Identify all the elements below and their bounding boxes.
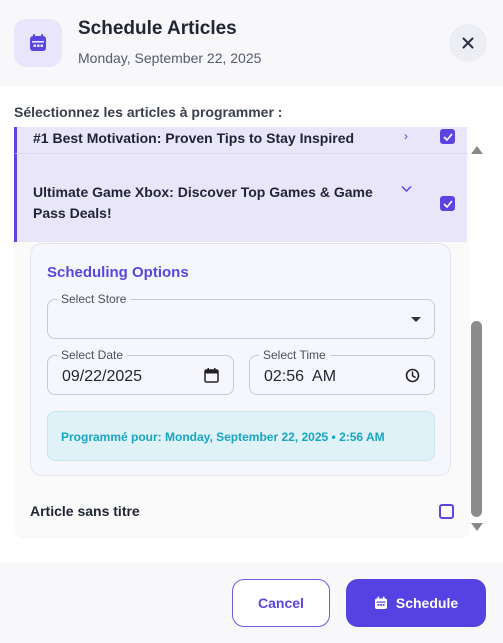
- date-field-value: 09/22/2025: [62, 368, 143, 385]
- dialog-footer: Cancel Schedule: [0, 563, 503, 643]
- chevron-right-icon[interactable]: ›: [404, 129, 408, 143]
- scheduling-options-title: Scheduling Options: [47, 264, 189, 281]
- article-title: Article sans titre: [30, 503, 140, 519]
- article-checkbox[interactable]: [440, 129, 455, 144]
- schedule-button-label: Schedule: [395, 595, 459, 611]
- article-item[interactable]: Ultimate Game Xbox: Discover Top Games &…: [14, 153, 467, 242]
- time-field-label: Select Time: [259, 349, 330, 362]
- store-select-label: Select Store: [57, 293, 131, 306]
- clock-icon[interactable]: [405, 368, 420, 388]
- list-scrollbar[interactable]: [470, 140, 484, 540]
- close-button[interactable]: [449, 24, 487, 62]
- checkmark-icon: [442, 199, 453, 208]
- close-icon: [462, 37, 474, 49]
- scroll-down-arrow-icon[interactable]: [471, 523, 483, 531]
- article-checkbox[interactable]: [440, 196, 455, 211]
- article-item[interactable]: #1 Best Motivation: Proven Tips to Stay …: [14, 127, 467, 153]
- scheduled-for-text: Programmé pour: Monday, September 22, 20…: [61, 430, 385, 444]
- store-select[interactable]: Select Store: [47, 293, 435, 339]
- scheduling-options-panel: Scheduling Options Select Store Select D…: [30, 243, 451, 476]
- dropdown-arrow-icon[interactable]: [411, 317, 421, 322]
- scheduled-for-note: Programmé pour: Monday, September 22, 20…: [47, 411, 435, 461]
- cancel-button[interactable]: Cancel: [232, 579, 330, 627]
- article-checkbox[interactable]: [439, 504, 454, 519]
- time-field[interactable]: Select Time 02:56 AM: [249, 349, 435, 395]
- calendar-icon: [374, 596, 387, 609]
- article-title: Ultimate Game Xbox: Discover Top Games &…: [33, 184, 373, 221]
- date-field-label: Select Date: [57, 349, 128, 362]
- calendar-icon: [14, 19, 62, 67]
- time-field-value: 02:56 AM: [264, 368, 337, 385]
- dialog-title: Schedule Articles: [78, 18, 237, 39]
- header-date: Monday, September 22, 2025: [78, 50, 262, 66]
- schedule-button[interactable]: Schedule: [346, 579, 486, 627]
- scrollbar-thumb[interactable]: [471, 321, 482, 517]
- article-list[interactable]: #1 Best Motivation: Proven Tips to Stay …: [14, 127, 470, 539]
- article-title: #1 Best Motivation: Proven Tips to Stay …: [33, 130, 355, 146]
- calendar-picker-icon[interactable]: [204, 368, 219, 388]
- chevron-down-icon[interactable]: [401, 182, 412, 196]
- date-field[interactable]: Select Date 09/22/2025: [47, 349, 234, 395]
- dialog-header: Schedule Articles Monday, September 22, …: [0, 0, 503, 86]
- checkmark-icon: [442, 132, 453, 141]
- select-articles-label: Sélectionnez les articles à programmer :: [14, 104, 283, 120]
- scroll-up-arrow-icon[interactable]: [471, 146, 483, 154]
